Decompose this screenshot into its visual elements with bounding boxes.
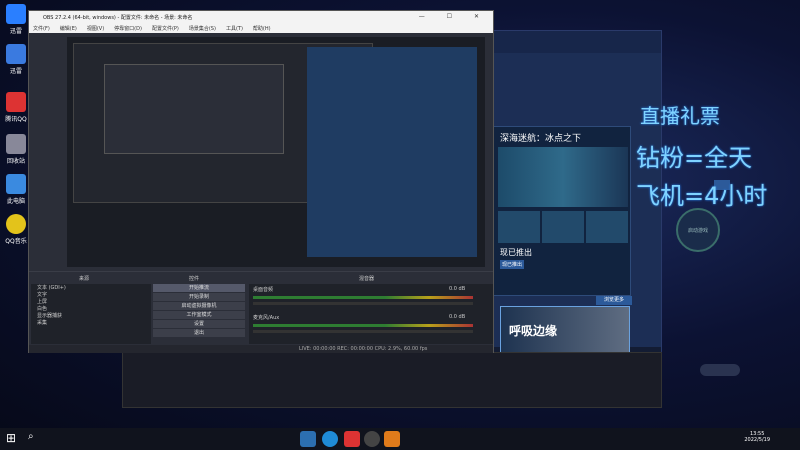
virtual-camera-button[interactable]: 启动虚拟摄像机 [153,302,245,310]
qq-icon [6,92,26,112]
start-menu-icon[interactable]: ⊞ [6,431,22,447]
volume-meter [253,324,473,327]
volume-slider[interactable] [253,330,473,333]
mixer-track-name: 桌面音频 [253,287,274,293]
mixer-track-name: 麦克风/Aux [253,315,280,321]
desktop-icon-1[interactable]: 迅雷 [2,4,30,35]
source-item[interactable]: 显示器捕获 [31,312,151,319]
obs-taskbar-icon[interactable] [364,431,380,447]
mixer-track-db: 0.0 dB [449,286,466,292]
desktop-icon-qqmusic[interactable]: QQ音乐 [2,214,30,245]
source-item[interactable]: 文字 [31,291,151,298]
audio-mixer[interactable]: 桌面音频 0.0 dB 麦克风/Aux 0.0 dB [249,284,493,344]
menu-edit[interactable]: 编辑(E) [60,25,77,32]
overlay-line1: 直播礼票 [640,104,720,128]
overlay-line3: 飞机=4小时 [636,182,768,210]
card-thumbs [498,211,628,243]
card-title: 深海迷航：冰点之下 [500,134,582,144]
volume-meter [253,296,473,299]
task-view-icon[interactable] [300,431,316,447]
start-recording-button[interactable]: 开始录制 [153,293,245,301]
obs-statusbar: LIVE: 00:00:00 REC: 00:00:00 CPU: 2.9%, … [29,345,493,353]
source-item[interactable]: 白色 [31,305,151,312]
studio-mode-button[interactable]: 工作室模式 [153,311,245,319]
card-art [498,147,628,207]
app-icon [6,4,26,24]
source-item[interactable]: 文本 (GDI+) [31,284,151,291]
mixer-track-db: 0.0 dB [449,314,466,320]
desktop-icon-pc[interactable]: 此电脑 [2,174,30,205]
mixer-header: 混音器 [359,276,375,282]
system-clock[interactable]: 13:55 2022/5/19 [744,431,770,443]
desktop-icon-xunlei[interactable]: 迅雷 [2,44,30,75]
menu-file[interactable]: 文件(F) [33,25,50,32]
launcher-taskbar-icon[interactable] [384,431,400,447]
exit-button[interactable]: 退出 [153,329,245,337]
nested-preview-inner [104,64,284,154]
computer-icon [6,174,26,194]
obs-window[interactable]: OBS 27.2.4 (64-bit, windows) - 配置文件: 未命名… [28,10,494,353]
music-icon [6,214,26,234]
window-controls[interactable]: — ☐ ✕ [419,13,489,20]
menu-help[interactable]: 帮助(H) [253,25,271,32]
edge-browser-icon[interactable] [322,431,338,447]
source-item[interactable]: 上屏 [31,298,151,305]
controls-panel: 开始推流 开始录制 启动虚拟摄像机 工作室模式 设置 退出 [153,284,245,338]
game-banner[interactable]: 呼吸边缘 [500,306,630,356]
search-icon[interactable]: ⌕ [28,431,44,447]
obs-menubar: 文件(F) 编辑(E) 视图(V) 停靠窗口(D) 配置文件(P) 场景集合(S… [29,23,493,33]
settings-button[interactable]: 设置 [153,320,245,328]
menu-scenes[interactable]: 场景集合(S) [189,25,216,32]
launcher-action-button[interactable] [700,364,740,376]
sources-list[interactable]: 文本 (GDI+) 文字 上屏 白色 显示器捕获 采集 [31,284,151,344]
menu-profile[interactable]: 配置文件(P) [152,25,179,32]
sources-header: 来源 [79,276,90,282]
desktop-icon-recycle[interactable]: 回收站 [2,134,30,165]
recycle-bin-icon [6,134,26,154]
obs-titlebar[interactable]: OBS 27.2.4 (64-bit, windows) - 配置文件: 未命名… [29,11,493,23]
menu-tools[interactable]: 工具(T) [226,25,243,32]
app-taskbar-icon[interactable] [344,431,360,447]
background-window[interactable] [122,352,662,408]
clock-date: 2022/5/19 [744,437,770,443]
window-title: OBS 27.2.4 (64-bit, windows) - 配置文件: 未命名… [43,15,193,21]
desktop-icon-qq[interactable]: 腾讯QQ [2,92,30,123]
menu-docks[interactable]: 停靠窗口(D) [114,25,142,32]
start-streaming-button[interactable]: 开始推流 [153,284,245,292]
app-icon [6,44,26,64]
launch-game-button[interactable]: 启动游戏 [676,208,720,252]
preview-game-capture [307,47,477,257]
menu-view[interactable]: 视图(V) [87,25,104,32]
status-badge: 现已推出 [500,260,525,269]
obs-docks: 来源 控件 混音器 文本 (GDI+) 文字 上屏 白色 显示器捕获 采集 开始… [29,271,493,353]
card-subtitle: 现已推出 [500,248,532,257]
source-item[interactable]: 采集 [31,319,151,326]
volume-slider[interactable] [253,302,473,305]
controls-header: 控件 [189,276,200,282]
overlay-line2: 钻粉=全天 [636,144,753,172]
obs-preview[interactable] [67,37,485,267]
taskbar: ⊞ ⌕ 13:55 2022/5/19 [0,428,800,450]
browse-more-button[interactable]: 浏览更多 [596,296,632,305]
featured-game-card[interactable]: 深海迷航：冰点之下 现已推出 现已推出 [493,126,631,296]
